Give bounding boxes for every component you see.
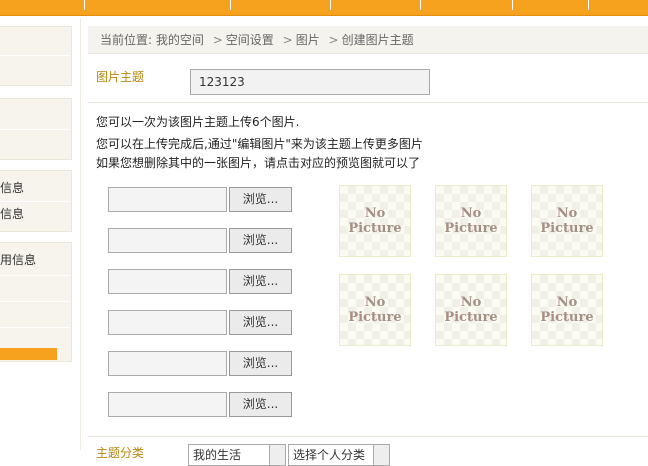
category-label: 主题分类: [96, 446, 145, 460]
no-picture-placeholder: No Picture: [348, 295, 402, 325]
browse-button-5[interactable]: 浏览...: [229, 351, 292, 376]
preview-thumbnail-4[interactable]: No Picture: [339, 274, 411, 346]
breadcrumb-item-pictures[interactable]: 图片: [296, 33, 320, 47]
sidebar-item-label: 信息: [0, 207, 25, 221]
breadcrumb-item-my-space[interactable]: 我的空间: [156, 33, 204, 47]
sidebar-item[interactable]: 信息: [0, 177, 70, 199]
no-picture-placeholder: No Picture: [540, 295, 594, 325]
breadcrumb-separator: >: [328, 33, 339, 47]
breadcrumb-prefix: 当前位置:: [100, 33, 153, 47]
preview-thumbnail-5[interactable]: No Picture: [435, 274, 507, 346]
sidebar-active-indicator: [0, 348, 57, 360]
nav-tab-divider: [230, 0, 231, 10]
sidebar: 信息 信息 用信息: [0, 18, 72, 450]
column-divider: [80, 18, 81, 450]
sidebar-row-divider: [0, 327, 70, 328]
personal-category-select[interactable]: 选择个人分类: [288, 444, 390, 466]
theme-label: 图片主题: [96, 70, 145, 84]
preview-thumbnail-6[interactable]: No Picture: [531, 274, 603, 346]
theme-input[interactable]: 123123: [190, 69, 430, 95]
file-input-6[interactable]: [108, 392, 227, 417]
nav-tab-divider: [588, 0, 589, 10]
file-input-5[interactable]: [108, 351, 227, 376]
preview-thumbnail-3[interactable]: No Picture: [531, 185, 603, 257]
personal-category-select-value: 选择个人分类: [293, 448, 366, 462]
sidebar-section: 用信息: [0, 242, 72, 362]
nav-tab-divider: [512, 0, 513, 10]
chevron-down-icon: [373, 445, 389, 465]
section-divider: [88, 102, 648, 103]
nav-tab-divider: [84, 0, 85, 10]
sidebar-row-divider: [0, 301, 70, 302]
file-input-3[interactable]: [108, 269, 227, 294]
nav-tab-divider: [420, 0, 421, 10]
section-divider: [88, 436, 648, 437]
no-picture-placeholder: No Picture: [444, 206, 498, 236]
sidebar-item[interactable]: 用信息: [0, 249, 70, 271]
sidebar-section: 信息 信息: [0, 170, 72, 232]
sidebar-item[interactable]: 信息: [0, 203, 70, 225]
sidebar-row-divider: [0, 201, 70, 202]
sidebar-section: [0, 98, 72, 160]
browse-button-2[interactable]: 浏览...: [229, 228, 292, 253]
browse-button-3[interactable]: 浏览...: [229, 269, 292, 294]
main-content: 当前位置: 我的空间 > 空间设置 > 图片 > 创建图片主题 图片主题 123123…: [88, 18, 648, 466]
sidebar-row-divider: [0, 275, 70, 276]
sidebar-item-label: 用信息: [0, 253, 37, 267]
browse-button-6[interactable]: 浏览...: [229, 392, 292, 417]
file-input-1[interactable]: [108, 187, 227, 212]
breadcrumb: 当前位置: 我的空间 > 空间设置 > 图片 > 创建图片主题: [88, 26, 648, 54]
preview-thumbnail-2[interactable]: No Picture: [435, 185, 507, 257]
no-picture-placeholder: No Picture: [540, 206, 594, 236]
preview-thumbnail-1[interactable]: No Picture: [339, 185, 411, 257]
file-input-4[interactable]: [108, 310, 227, 335]
browse-button-4[interactable]: 浏览...: [229, 310, 292, 335]
top-nav-bar: [0, 0, 648, 16]
sidebar-row-divider: [0, 129, 70, 130]
nav-tab-divider: [330, 0, 331, 10]
no-picture-placeholder: No Picture: [444, 295, 498, 325]
info-line-3: 如果您想删除其中的一张图片，请点击对应的预览图就可以了: [96, 156, 421, 170]
sidebar-item-label: 信息: [0, 181, 25, 195]
no-picture-placeholder: No Picture: [348, 206, 402, 236]
info-line-2: 您可以在上传完成后,通过"编辑图片"来为该主题上传更多图片: [96, 137, 423, 151]
breadcrumb-item-space-settings[interactable]: 空间设置: [226, 33, 274, 47]
breadcrumb-separator: >: [282, 33, 293, 47]
sidebar-section: [0, 26, 72, 86]
browse-button-1[interactable]: 浏览...: [229, 187, 292, 212]
category-select-value: 我的生活: [193, 448, 242, 462]
sidebar-row-divider: [0, 55, 70, 56]
file-input-2[interactable]: [108, 228, 227, 253]
chevron-down-icon: [269, 445, 285, 465]
breadcrumb-item-create-theme: 创建图片主题: [341, 33, 414, 47]
category-select[interactable]: 我的生活: [188, 444, 286, 466]
info-line-1: 您可以一次为该图片主题上传6个图片.: [96, 115, 300, 129]
breadcrumb-separator: >: [212, 33, 223, 47]
